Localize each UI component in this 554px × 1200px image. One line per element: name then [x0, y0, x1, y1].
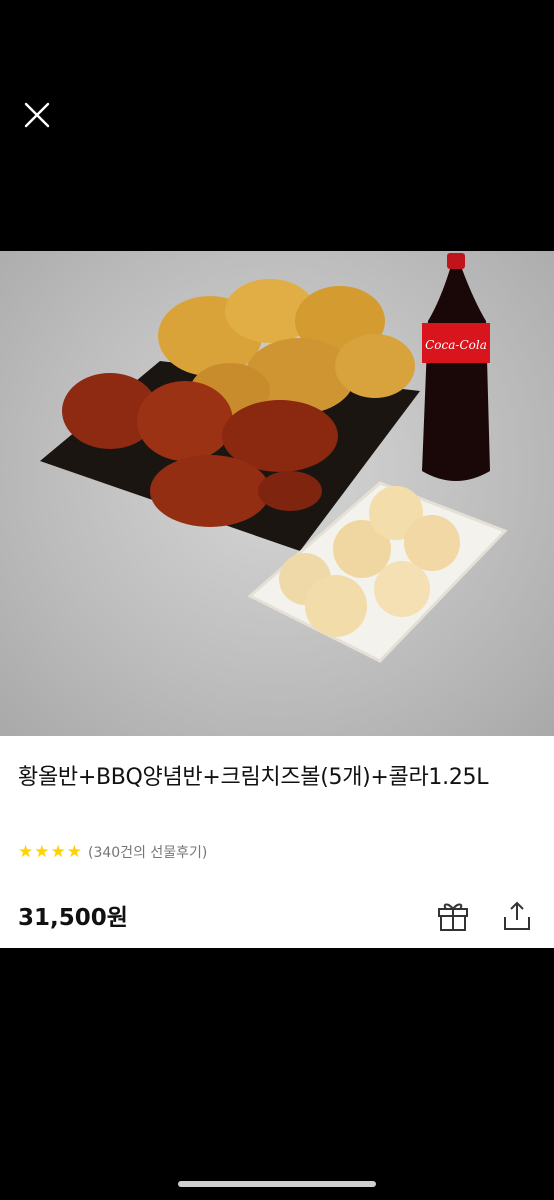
close-icon — [24, 102, 50, 128]
share-icon — [504, 901, 530, 930]
rating-stars: ★ ★ ★ ★ — [18, 841, 82, 862]
home-indicator[interactable] — [178, 1181, 376, 1187]
gift-icon — [438, 903, 468, 931]
rating-row: ★ ★ ★ ★ (340건의 선물후기) — [18, 842, 207, 862]
bottle-label: Coca-Cola — [425, 338, 487, 352]
product-info-card: 황올반+BBQ양념반+크림치즈볼(5개)+콜라1.25L ★ ★ ★ ★ (340건의… — [0, 736, 554, 948]
cola-bottle: Coca-Cola — [422, 253, 490, 481]
gift-button[interactable] — [436, 899, 470, 933]
share-button[interactable] — [500, 899, 534, 933]
star-icon: ★ — [50, 841, 66, 862]
star-icon: ★ — [66, 841, 82, 862]
star-icon: ★ — [34, 841, 50, 862]
product-title: 황올반+BBQ양념반+크림치즈볼(5개)+콜라1.25L — [18, 765, 489, 790]
star-icon: ★ — [18, 841, 34, 862]
product-image: Coca-Cola — [0, 251, 554, 736]
product-price: 31,500원 — [18, 905, 128, 931]
review-count[interactable]: (340건의 선물후기) — [88, 842, 207, 862]
close-button[interactable] — [20, 98, 54, 132]
